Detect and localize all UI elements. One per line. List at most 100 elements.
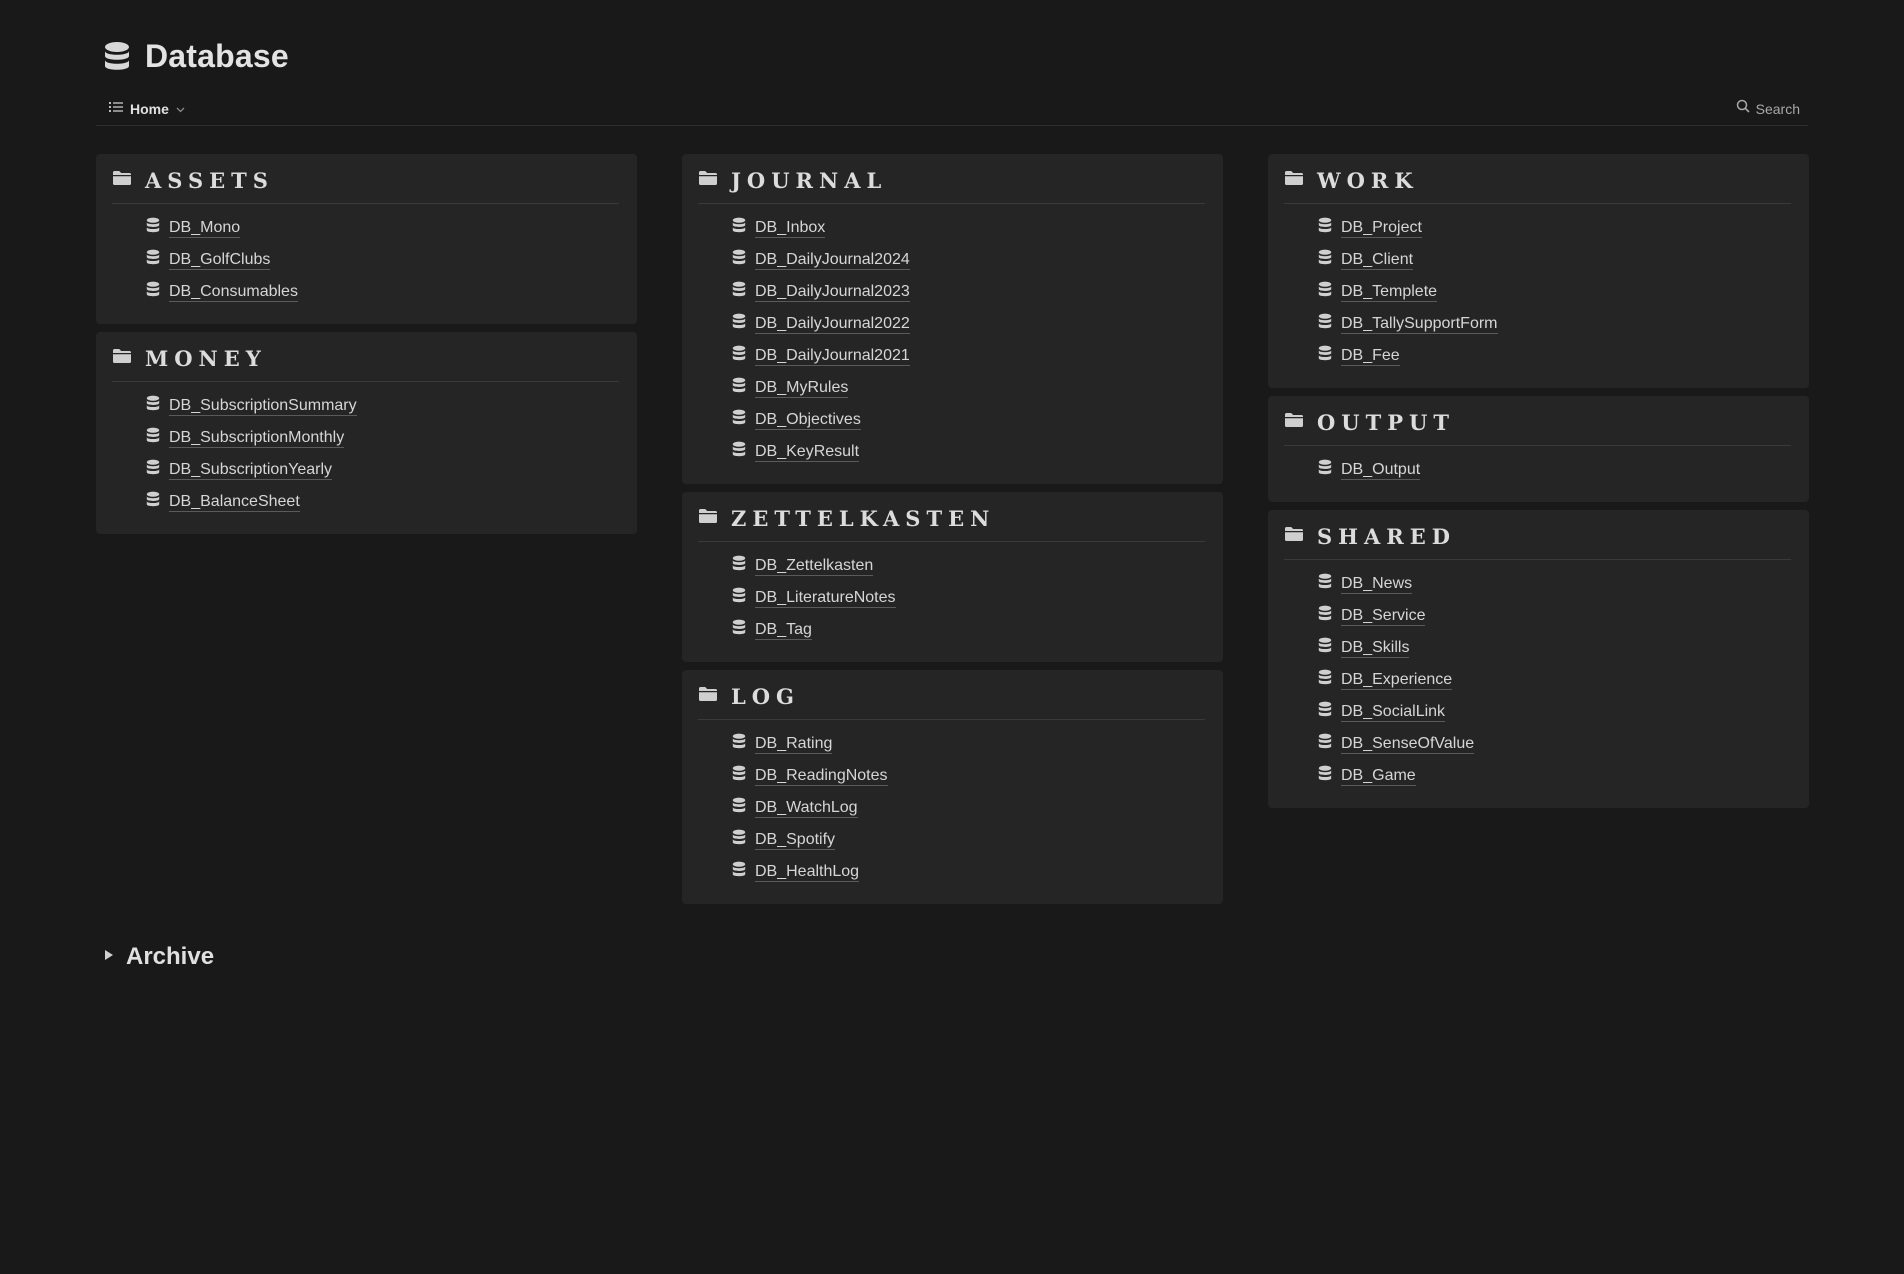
database-link-label: DB_KeyResult	[755, 443, 860, 462]
view-tab-label: Home	[130, 100, 169, 117]
section-card-log: LOG DB_Rating DB_ReadingNotes DB_WatchLog DB…	[682, 670, 1223, 904]
database-link-label: DB_DailyJournal2022	[755, 315, 910, 334]
database-link-label: DB_Templete	[1341, 283, 1438, 302]
section-title: OUTPUT	[1317, 410, 1455, 435]
archive-toggle[interactable]: Archive	[104, 943, 214, 971]
section-card-journal: JOURNAL DB_Inbox DB_DailyJournal2024 DB_Dai…	[682, 154, 1223, 484]
column: ASSETS DB_Mono DB_GolfClubs DB_Consumables M…	[96, 154, 637, 542]
database-link[interactable]: DB_TallySupportForm	[1318, 308, 1791, 340]
database-list: DB_Project DB_Client DB_Templete DB_TallySu…	[1284, 212, 1791, 372]
database-link[interactable]: DB_Inbox	[732, 212, 1205, 244]
database-link[interactable]: DB_SubscriptionYearly	[146, 454, 619, 486]
database-link[interactable]: DB_Mono	[146, 212, 619, 244]
database-icon	[732, 377, 746, 399]
database-link[interactable]: DB_GolfClubs	[146, 244, 619, 276]
database-link[interactable]: DB_Skills	[1318, 632, 1791, 664]
database-link[interactable]: DB_HealthLog	[732, 856, 1205, 888]
database-link[interactable]: DB_Game	[1318, 760, 1791, 792]
database-link-label: DB_TallySupportForm	[1341, 315, 1498, 334]
database-link[interactable]: DB_Tag	[732, 614, 1205, 646]
database-list: DB_Inbox DB_DailyJournal2024 DB_DailyJourn…	[698, 212, 1205, 468]
database-link-label: DB_News	[1341, 575, 1413, 594]
search-button[interactable]: Search	[1728, 95, 1808, 122]
database-link[interactable]: DB_News	[1318, 568, 1791, 600]
database-link[interactable]: DB_SubscriptionSummary	[146, 390, 619, 422]
folder-icon	[698, 170, 718, 191]
database-link[interactable]: DB_Templete	[1318, 276, 1791, 308]
database-link[interactable]: DB_SocialLink	[1318, 696, 1791, 728]
section-card-money: MONEY DB_SubscriptionSummary DB_Subscripti…	[96, 332, 637, 534]
section-title: MONEY	[145, 346, 267, 371]
database-link-label: DB_Service	[1341, 607, 1426, 626]
database-link-label: DB_SenseOfValue	[1341, 735, 1475, 754]
database-icon	[146, 427, 160, 449]
database-link[interactable]: DB_ReadingNotes	[732, 760, 1205, 792]
database-link[interactable]: DB_Output	[1318, 454, 1791, 486]
database-link-label: DB_WatchLog	[755, 799, 858, 818]
database-link-label: DB_SubscriptionYearly	[169, 461, 333, 480]
folder-icon	[112, 170, 132, 191]
database-icon	[1318, 765, 1332, 787]
database-icon[interactable]	[103, 41, 131, 73]
database-link[interactable]: DB_Consumables	[146, 276, 619, 308]
database-link[interactable]: DB_WatchLog	[732, 792, 1205, 824]
database-link[interactable]: DB_DailyJournal2023	[732, 276, 1205, 308]
view-bar: Home Search	[96, 92, 1808, 126]
database-icon	[732, 797, 746, 819]
database-icon	[146, 395, 160, 417]
database-link-label: DB_Zettelkasten	[755, 557, 874, 576]
database-link[interactable]: DB_DailyJournal2024	[732, 244, 1205, 276]
database-link[interactable]: DB_Service	[1318, 600, 1791, 632]
database-link[interactable]: DB_Fee	[1318, 340, 1791, 372]
database-link[interactable]: DB_Zettelkasten	[732, 550, 1205, 582]
database-link[interactable]: DB_Project	[1318, 212, 1791, 244]
section-card-zettelkasten: ZETTELKASTEN DB_Zettelkasten DB_Literature…	[682, 492, 1223, 662]
triangle-right-icon	[104, 948, 114, 966]
section-header: JOURNAL	[698, 168, 1205, 204]
database-link-label: DB_Tag	[755, 621, 812, 640]
list-icon	[109, 100, 123, 118]
database-icon	[1318, 313, 1332, 335]
database-link[interactable]: DB_KeyResult	[732, 436, 1205, 468]
database-icon	[1318, 217, 1332, 239]
section-header: MONEY	[112, 346, 619, 382]
database-link-label: DB_Fee	[1341, 347, 1400, 366]
folder-icon	[1284, 526, 1304, 547]
archive-label: Archive	[126, 943, 215, 970]
section-card-assets: ASSETS DB_Mono DB_GolfClubs DB_Consumables	[96, 154, 637, 324]
database-link[interactable]: DB_BalanceSheet	[146, 486, 619, 518]
database-icon	[732, 249, 746, 271]
section-title: JOURNAL	[731, 168, 888, 193]
section-title: WORK	[1317, 168, 1419, 193]
database-link[interactable]: DB_Rating	[732, 728, 1205, 760]
database-link[interactable]: DB_Client	[1318, 244, 1791, 276]
database-link[interactable]: DB_Objectives	[732, 404, 1205, 436]
database-link[interactable]: DB_Spotify	[732, 824, 1205, 856]
view-tab-home[interactable]: Home	[96, 96, 198, 122]
search-label: Search	[1755, 100, 1800, 117]
database-icon	[146, 281, 160, 303]
database-icon	[732, 587, 746, 609]
database-icon	[732, 281, 746, 303]
database-link[interactable]: DB_LiteratureNotes	[732, 582, 1205, 614]
database-link[interactable]: DB_DailyJournal2021	[732, 340, 1205, 372]
database-link-label: DB_DailyJournal2024	[755, 251, 910, 270]
database-link[interactable]: DB_SubscriptionMonthly	[146, 422, 619, 454]
column: WORK DB_Project DB_Client DB_Templete DB_Tal…	[1268, 154, 1809, 816]
database-link-label: DB_Inbox	[755, 219, 826, 238]
database-link-label: DB_Client	[1341, 251, 1414, 270]
database-icon	[1318, 281, 1332, 303]
database-list: DB_Zettelkasten DB_LiteratureNotes DB_Tag	[698, 550, 1205, 646]
page: Database Home Search ASSETS DB_Mono DB_G…	[0, 0, 1904, 1274]
database-link[interactable]: DB_DailyJournal2022	[732, 308, 1205, 340]
database-link-label: DB_Experience	[1341, 671, 1453, 690]
database-icon	[1318, 345, 1332, 367]
database-link[interactable]: DB_SenseOfValue	[1318, 728, 1791, 760]
database-icon	[732, 441, 746, 463]
database-icon	[146, 217, 160, 239]
database-link[interactable]: DB_Experience	[1318, 664, 1791, 696]
database-link-label: DB_Game	[1341, 767, 1416, 786]
database-link[interactable]: DB_MyRules	[732, 372, 1205, 404]
section-title: SHARED	[1317, 524, 1456, 549]
database-link-label: DB_Objectives	[755, 411, 861, 430]
